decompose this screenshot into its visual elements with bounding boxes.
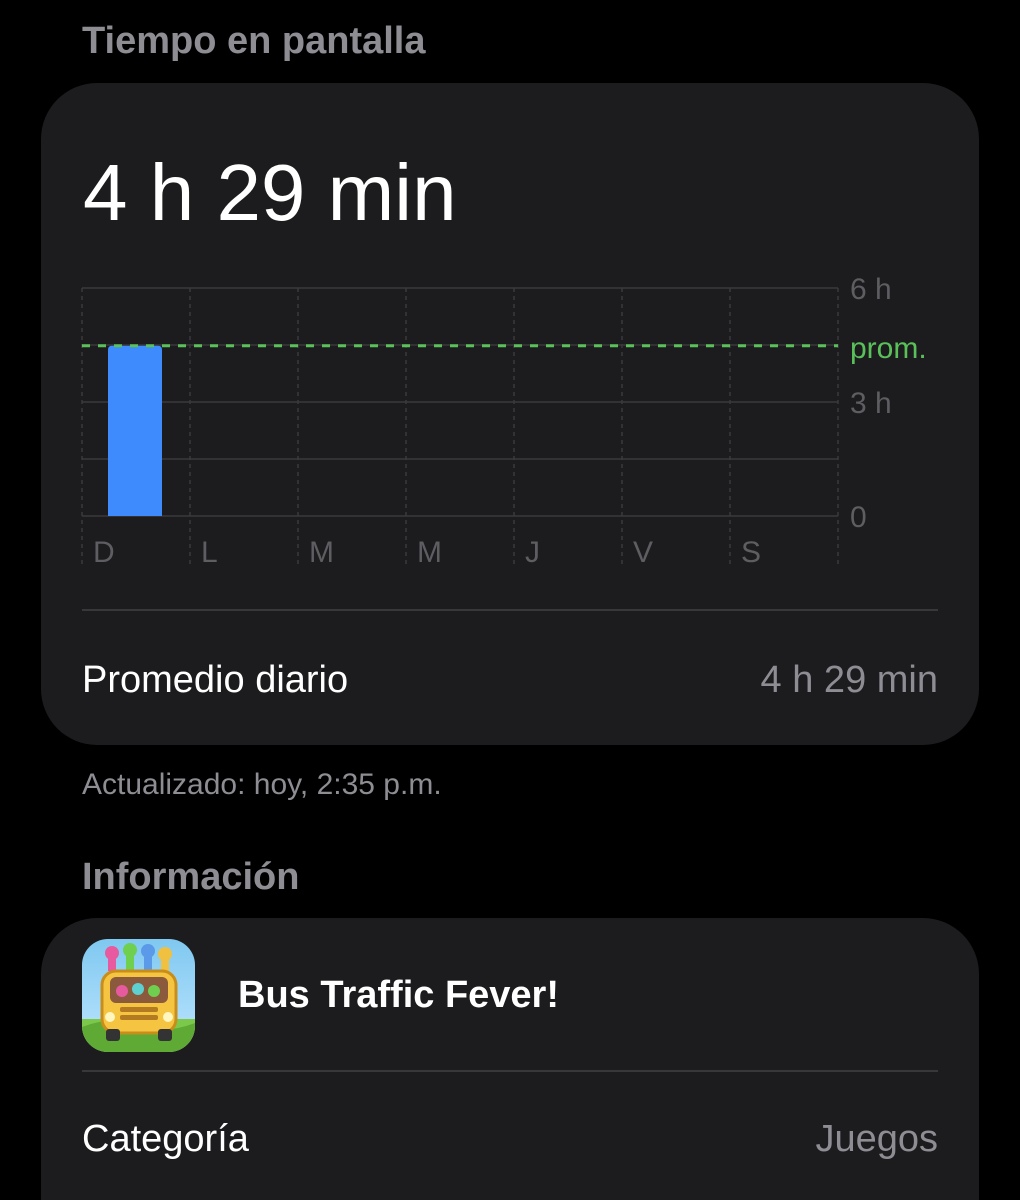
app-name: Bus Traffic Fever! bbox=[238, 974, 559, 1016]
daily-average-value: 4 h 29 min bbox=[760, 659, 938, 701]
category-value: Juegos bbox=[815, 1118, 938, 1160]
average-label: prom. bbox=[850, 332, 927, 365]
y-tick-label: 3 h bbox=[850, 387, 892, 420]
x-tick-label: S bbox=[741, 536, 761, 569]
card-divider bbox=[82, 609, 938, 611]
x-tick-label: M bbox=[417, 536, 442, 569]
screen-time-header: Tiempo en pantalla bbox=[82, 20, 426, 62]
x-tick-label: D bbox=[93, 536, 115, 569]
x-tick-label: M bbox=[309, 536, 334, 569]
bus-game-icon bbox=[82, 939, 195, 1052]
x-tick-label: J bbox=[525, 536, 540, 569]
updated-timestamp: Actualizado: hoy, 2:35 p.m. bbox=[82, 768, 442, 801]
info-header: Información bbox=[82, 856, 300, 898]
usage-chart: prom. 6 h 3 h 0 D L M M J V S bbox=[81, 273, 927, 569]
info-card: Bus Traffic Fever! Categoría Juegos bbox=[41, 918, 979, 1200]
category-label: Categoría bbox=[82, 1118, 249, 1160]
x-tick-label: L bbox=[201, 536, 218, 569]
screen-time-card[interactable]: 4 h 29 min prom. 6 h 3 h 0 D L M M J V S Promedio… bbox=[41, 83, 979, 745]
chart-bar bbox=[108, 345, 162, 516]
y-tick-label: 6 h bbox=[850, 273, 892, 306]
x-tick-label: V bbox=[633, 536, 653, 569]
daily-average-label: Promedio diario bbox=[82, 659, 349, 701]
info-divider bbox=[82, 1070, 938, 1072]
screen-time-page: Tiempo en pantalla 4 h 29 min prom. 6 h 3… bbox=[0, 0, 1020, 1200]
y-tick-label: 0 bbox=[850, 501, 867, 534]
